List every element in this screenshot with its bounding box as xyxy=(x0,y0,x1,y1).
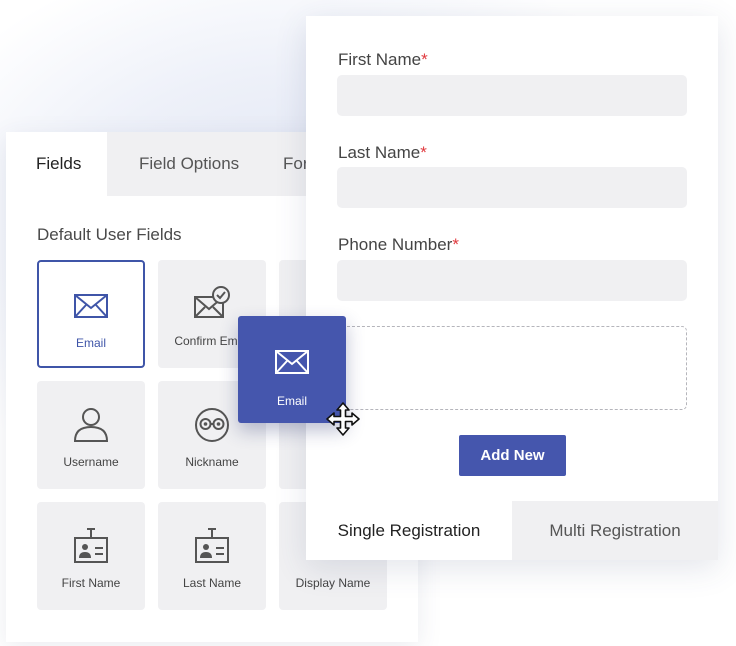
last-name-label: Last Name* xyxy=(338,143,427,163)
phone-number-input[interactable] xyxy=(337,260,687,301)
id-badge-icon xyxy=(74,528,108,563)
required-mark: * xyxy=(452,235,459,254)
glasses-face-icon xyxy=(195,408,229,442)
first-name-input[interactable] xyxy=(337,75,687,116)
field-card-last-name[interactable]: Last Name xyxy=(158,502,266,610)
field-card-label: Email xyxy=(75,336,106,350)
id-badge-icon xyxy=(195,528,229,563)
last-name-label-text: Last Name xyxy=(338,143,421,162)
registration-form-panel: First Name* Last Name* Phone Number* Add… xyxy=(306,16,718,560)
tab-multi-registration[interactable]: Multi Registration xyxy=(512,501,718,560)
field-card-label: Last Name xyxy=(182,576,242,590)
field-card-label: Display Name xyxy=(295,576,371,590)
section-title-default-user-fields: Default User Fields xyxy=(37,225,182,244)
field-card-label: Username xyxy=(63,455,119,469)
envelope-icon xyxy=(275,350,309,374)
field-drop-zone[interactable] xyxy=(337,326,687,410)
user-icon xyxy=(73,408,109,442)
first-name-label: First Name* xyxy=(338,50,428,70)
add-new-button[interactable]: Add New xyxy=(459,435,566,476)
field-card-label: First Name xyxy=(61,576,121,590)
field-card-email[interactable]: Email xyxy=(37,260,145,368)
registration-type-tabs: Single Registration Multi Registration xyxy=(306,501,718,560)
move-cursor-icon xyxy=(326,402,360,436)
envelope-check-icon xyxy=(194,286,230,318)
last-name-input[interactable] xyxy=(337,167,687,208)
tab-fields[interactable]: Fields xyxy=(6,132,107,196)
tab-field-options[interactable]: Field Options xyxy=(139,132,269,196)
phone-number-label: Phone Number* xyxy=(338,235,459,255)
tab-single-registration[interactable]: Single Registration xyxy=(306,501,512,560)
required-mark: * xyxy=(420,143,427,162)
field-card-username[interactable]: Username xyxy=(37,381,145,489)
field-card-label: Nickname xyxy=(185,455,239,469)
first-name-label-text: First Name xyxy=(338,50,422,69)
required-mark: * xyxy=(421,50,428,69)
phone-number-label-text: Phone Number xyxy=(338,235,453,254)
envelope-icon xyxy=(74,294,108,318)
field-card-first-name[interactable]: First Name xyxy=(37,502,145,610)
